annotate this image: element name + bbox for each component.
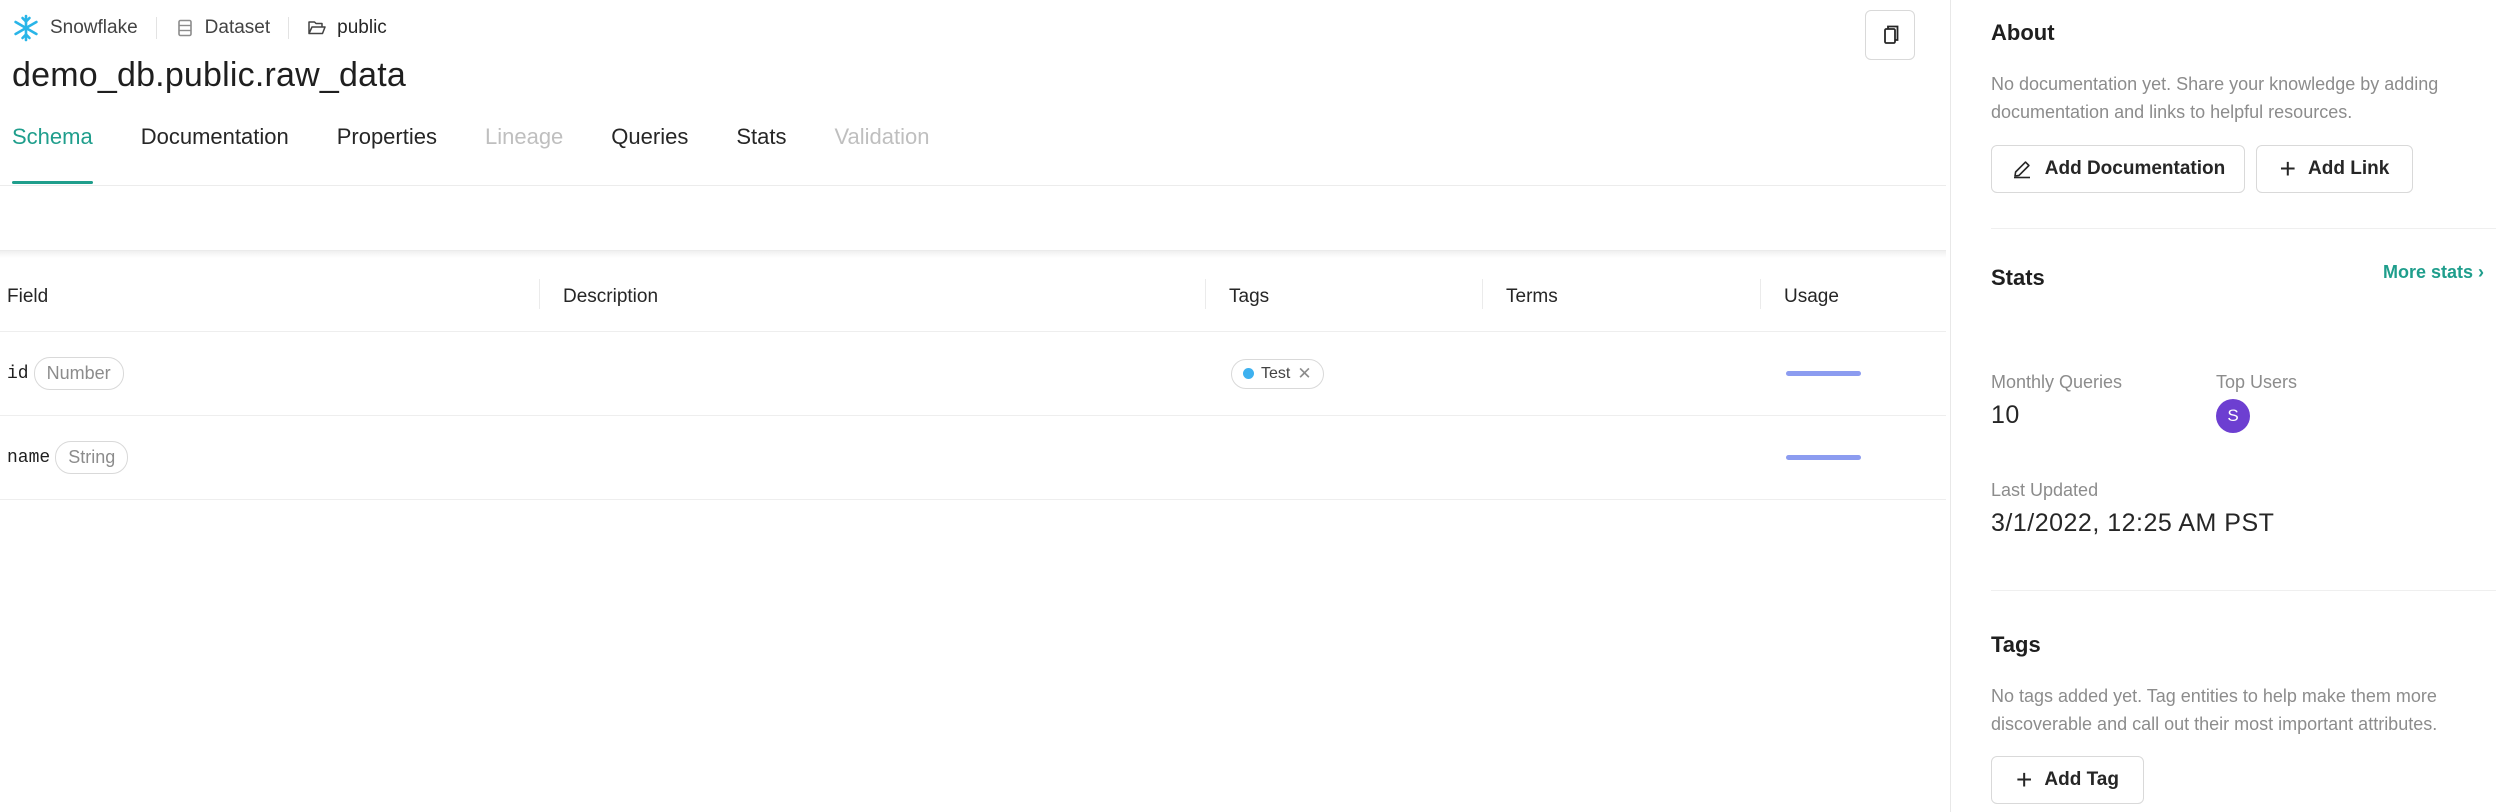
add-link-label: Add Link	[2308, 158, 2390, 179]
column-header-label: Tags	[1229, 285, 1270, 307]
usage-cell	[1760, 416, 1946, 500]
tags-section: Tags	[1991, 632, 2496, 658]
breadcrumb-container-label: public	[337, 17, 387, 38]
about-empty-text: No documentation yet. Share your knowled…	[1991, 74, 2439, 122]
column-header-field[interactable]: Field	[0, 262, 539, 332]
breadcrumb-entity-type: Dataset	[175, 17, 270, 39]
tags-cell[interactable]	[1205, 416, 1482, 500]
column-header-usage[interactable]: Usage	[1760, 262, 1946, 332]
column-header-label: Field	[7, 285, 49, 307]
column-header-tags[interactable]: Tags	[1205, 262, 1482, 332]
folder-open-icon	[307, 18, 327, 38]
column-header-label: Terms	[1506, 285, 1558, 307]
add-tag-button[interactable]: + Add Tag	[1991, 756, 2144, 804]
last-updated-label: Last Updated	[1991, 480, 2099, 500]
schema-toolbar-divider	[0, 250, 1946, 258]
copy-icon	[1879, 24, 1901, 46]
snowflake-icon	[12, 14, 40, 42]
usage-cell	[1760, 332, 1946, 416]
monthly-queries-stat: Monthly Queries 10	[1991, 372, 2122, 430]
breadcrumb: Snowflake Dataset public	[12, 12, 387, 44]
schema-table: Field Description Tags Terms Usage id Nu…	[0, 262, 1946, 500]
about-heading: About	[1991, 20, 2055, 45]
top-users-label: Top Users	[2216, 372, 2298, 392]
monthly-queries-label: Monthly Queries	[1991, 372, 2123, 392]
field-cell: name String	[0, 416, 539, 500]
column-divider	[1760, 278, 1761, 309]
section-divider	[1991, 228, 2496, 229]
breadcrumb-divider	[155, 17, 157, 39]
tag-label: Test	[1261, 364, 1291, 382]
terms-cell[interactable]	[1482, 416, 1760, 500]
top-users-stat: Top Users S	[2216, 372, 2297, 433]
add-documentation-button[interactable]: Add Documentation	[1991, 145, 2245, 193]
tabs-divider	[0, 185, 1946, 186]
tab-properties[interactable]: Properties	[337, 124, 437, 184]
tab-documentation[interactable]: Documentation	[141, 124, 289, 184]
tag-color-dot	[1243, 368, 1254, 379]
column-divider	[539, 278, 540, 309]
tags-empty-text: No tags added yet. Tag entities to help …	[1991, 686, 2438, 734]
terms-cell[interactable]	[1482, 332, 1760, 416]
tab-stats[interactable]: Stats	[736, 124, 786, 184]
entity-tabs: Schema Documentation Properties Lineage …	[12, 124, 977, 184]
description-cell[interactable]	[539, 416, 1205, 500]
add-link-button[interactable]: + Add Link	[2256, 145, 2413, 193]
monthly-queries-value: 10	[1991, 401, 2020, 429]
column-header-description[interactable]: Description	[539, 262, 1205, 332]
section-divider	[1991, 590, 2496, 591]
tags-heading: Tags	[1991, 632, 2041, 657]
usage-bar	[1786, 371, 1861, 376]
column-header-label: Usage	[1784, 285, 1839, 307]
entity-sidebar: About No documentation yet. Share your k…	[1950, 0, 2496, 812]
about-text-wrap: No documentation yet. Share your knowled…	[1991, 70, 2476, 126]
breadcrumb-entity-type-label: Dataset	[204, 17, 271, 38]
last-updated-value: 3/1/2022, 12:25 AM PST	[1991, 509, 2275, 537]
breadcrumb-platform[interactable]: Snowflake	[12, 14, 138, 42]
close-icon[interactable]: ✕	[1297, 365, 1311, 382]
plus-icon: +	[2016, 764, 2033, 795]
tags-cell: Test ✕	[1205, 332, 1482, 416]
table-row[interactable]: id Number Test ✕	[0, 332, 1946, 416]
tags-text-wrap: No tags added yet. Tag entities to help …	[1991, 682, 2476, 738]
plus-icon: +	[2279, 153, 2297, 184]
tab-validation: Validation	[834, 124, 930, 149]
add-documentation-label: Add Documentation	[2044, 158, 2226, 179]
field-cell: id Number	[0, 332, 539, 416]
tab-queries[interactable]: Queries	[611, 124, 688, 184]
more-stats-label: More stats	[2383, 262, 2474, 282]
breadcrumb-divider	[288, 17, 290, 39]
breadcrumb-platform-label: Snowflake	[50, 17, 138, 38]
table-row[interactable]: name String	[0, 416, 1946, 500]
add-tag-label: Add Tag	[2044, 769, 2119, 790]
field-type-pill: String	[55, 441, 129, 474]
tab-lineage: Lineage	[484, 124, 564, 149]
usage-bar	[1786, 455, 1861, 460]
tab-schema[interactable]: Schema	[12, 124, 93, 184]
more-stats-link[interactable]: More stats ›	[2383, 262, 2484, 283]
column-divider	[1482, 278, 1483, 309]
column-header-terms[interactable]: Terms	[1482, 262, 1760, 332]
database-icon	[175, 18, 195, 38]
avatar[interactable]: S	[2216, 399, 2250, 433]
table-header: Field Description Tags Terms Usage	[0, 262, 1946, 332]
description-cell[interactable]	[539, 332, 1205, 416]
column-header-label: Description	[563, 285, 659, 307]
main-content: Snowflake Dataset public demo_db.public.…	[0, 0, 1950, 812]
chevron-right-icon: ›	[2478, 262, 2485, 282]
copy-urn-button[interactable]	[1865, 10, 1915, 60]
last-updated-stat: Last Updated 3/1/2022, 12:25 AM PST	[1991, 480, 2274, 538]
breadcrumb-container[interactable]: public	[307, 17, 387, 39]
field-name: name	[7, 447, 51, 468]
about-section: About	[1991, 20, 2496, 46]
page-title: demo_db.public.raw_data	[12, 56, 406, 94]
column-divider	[1205, 278, 1206, 309]
edit-icon	[2011, 158, 2033, 180]
tag-pill[interactable]: Test ✕	[1231, 358, 1324, 389]
field-name: id	[7, 363, 29, 384]
field-type-pill: Number	[33, 357, 124, 390]
